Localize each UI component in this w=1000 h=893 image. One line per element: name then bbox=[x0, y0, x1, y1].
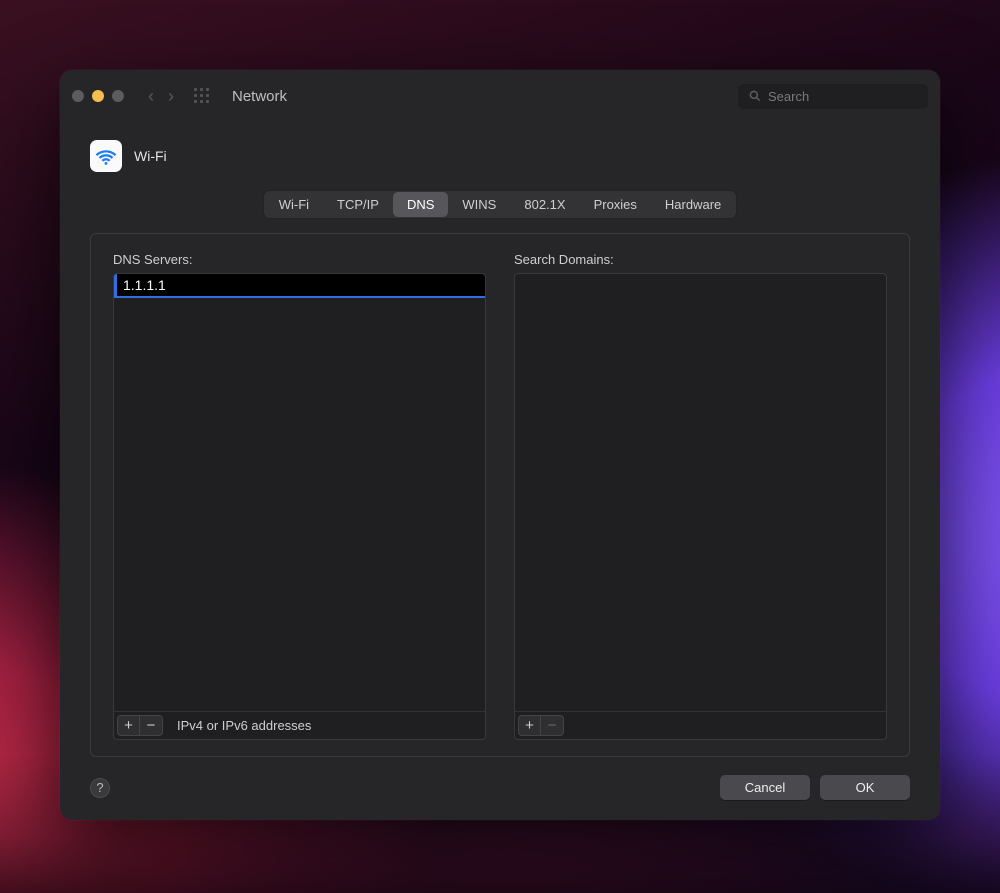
tab-tcpip[interactable]: TCP/IP bbox=[323, 192, 393, 217]
add-dns-server-button[interactable]: + bbox=[117, 715, 140, 736]
dns-server-entry[interactable] bbox=[114, 274, 485, 296]
search-domains-list[interactable] bbox=[514, 273, 887, 711]
dns-servers-list[interactable] bbox=[113, 273, 486, 711]
remove-search-domain-button[interactable]: − bbox=[541, 715, 564, 736]
close-window-button[interactable] bbox=[72, 90, 84, 102]
tab-dns[interactable]: DNS bbox=[393, 192, 448, 217]
search-field[interactable]: Search bbox=[738, 84, 928, 109]
dns-servers-column: DNS Servers: + − IPv4 or IPv6 addresses bbox=[113, 252, 486, 740]
dns-pane: DNS Servers: + − IPv4 or IPv6 addresses bbox=[90, 233, 910, 757]
tab-wifi[interactable]: Wi-Fi bbox=[265, 192, 323, 217]
dns-servers-footer: + − IPv4 or IPv6 addresses bbox=[113, 711, 486, 740]
dns-servers-label: DNS Servers: bbox=[113, 252, 486, 267]
window-toolbar: ‹ › Network Search bbox=[60, 70, 940, 122]
interface-header: Wi-Fi bbox=[90, 140, 910, 172]
dialog-buttons: ? Cancel OK bbox=[90, 775, 910, 800]
search-domains-footer: + − bbox=[514, 711, 887, 740]
dns-server-input[interactable] bbox=[123, 277, 479, 293]
minimize-window-button[interactable] bbox=[92, 90, 104, 102]
window-title: Network bbox=[232, 88, 287, 105]
traffic-lights bbox=[72, 90, 124, 102]
search-icon bbox=[748, 89, 762, 103]
ok-button[interactable]: OK bbox=[820, 775, 910, 800]
window-content: Wi-Fi Wi-Fi TCP/IP DNS WINS 802.1X Proxi… bbox=[60, 122, 940, 820]
settings-tab-bar: Wi-Fi TCP/IP DNS WINS 802.1X Proxies Har… bbox=[263, 190, 738, 219]
zoom-window-button[interactable] bbox=[112, 90, 124, 102]
network-preferences-window: ‹ › Network Search Wi-Fi Wi-Fi TCP/IP DN… bbox=[60, 70, 940, 820]
remove-dns-server-button[interactable]: − bbox=[140, 715, 163, 736]
forward-button[interactable]: › bbox=[168, 86, 174, 107]
wifi-icon bbox=[90, 140, 122, 172]
tab-wins[interactable]: WINS bbox=[448, 192, 510, 217]
add-search-domain-button[interactable]: + bbox=[518, 715, 541, 736]
back-button[interactable]: ‹ bbox=[148, 86, 154, 107]
show-all-prefs-button[interactable] bbox=[194, 88, 210, 104]
dns-hint: IPv4 or IPv6 addresses bbox=[177, 718, 311, 733]
help-button[interactable]: ? bbox=[90, 778, 110, 798]
search-domains-label: Search Domains: bbox=[514, 252, 887, 267]
tab-proxies[interactable]: Proxies bbox=[580, 192, 651, 217]
search-domains-column: Search Domains: + − bbox=[514, 252, 887, 740]
tab-8021x[interactable]: 802.1X bbox=[510, 192, 579, 217]
cancel-button[interactable]: Cancel bbox=[720, 775, 810, 800]
tab-hardware[interactable]: Hardware bbox=[651, 192, 735, 217]
interface-name: Wi-Fi bbox=[134, 148, 167, 164]
search-placeholder: Search bbox=[768, 89, 809, 104]
